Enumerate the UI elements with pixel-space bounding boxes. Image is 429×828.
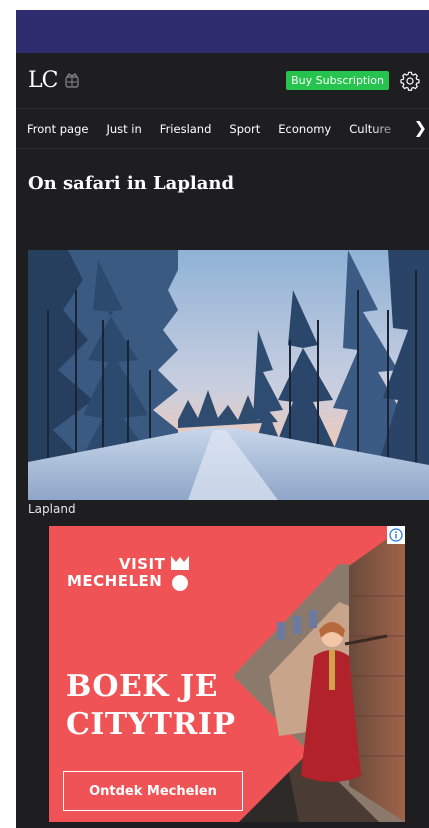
ontdek-mechelen-button[interactable]: Ontdek Mechelen	[63, 771, 243, 811]
section-nav: Front page Just in Friesland Sport Econo…	[16, 109, 429, 149]
nav-culture[interactable]: Culture	[349, 122, 391, 136]
ad-headline: BOEK JE CITYTRIP	[66, 669, 236, 742]
nav-just-in[interactable]: Just in	[106, 122, 141, 136]
advertisement[interactable]: VISIT MECHELEN BOEK JE CITYTRIP Ontdek M…	[49, 526, 405, 822]
lapland-photo	[28, 250, 429, 500]
info-icon[interactable]	[387, 526, 405, 544]
chevron-right-icon[interactable]: ❯	[414, 119, 427, 137]
nav-sport[interactable]: Sport	[229, 122, 260, 136]
article-image[interactable]	[28, 250, 429, 500]
crest-icon	[65, 72, 80, 88]
image-caption: Lapland	[28, 502, 76, 516]
mechelen-logo-icon	[171, 556, 189, 591]
status-bar	[16, 10, 429, 53]
buy-subscription-button[interactable]: Buy Subscription	[286, 71, 389, 90]
site-header: LC Buy Subscription	[16, 53, 429, 109]
gear-icon[interactable]	[399, 70, 421, 92]
site-logo[interactable]: LC	[28, 68, 58, 93]
article-headline[interactable]: On safari in Lapland	[28, 173, 429, 194]
nav-front-page[interactable]: Front page	[27, 122, 88, 136]
ad-brand: VISIT MECHELEN	[67, 555, 166, 590]
phone-screen: LC Buy Subscription Front page Just in F…	[16, 10, 429, 828]
nav-economy[interactable]: Economy	[278, 122, 331, 136]
nav-friesland[interactable]: Friesland	[160, 122, 212, 136]
